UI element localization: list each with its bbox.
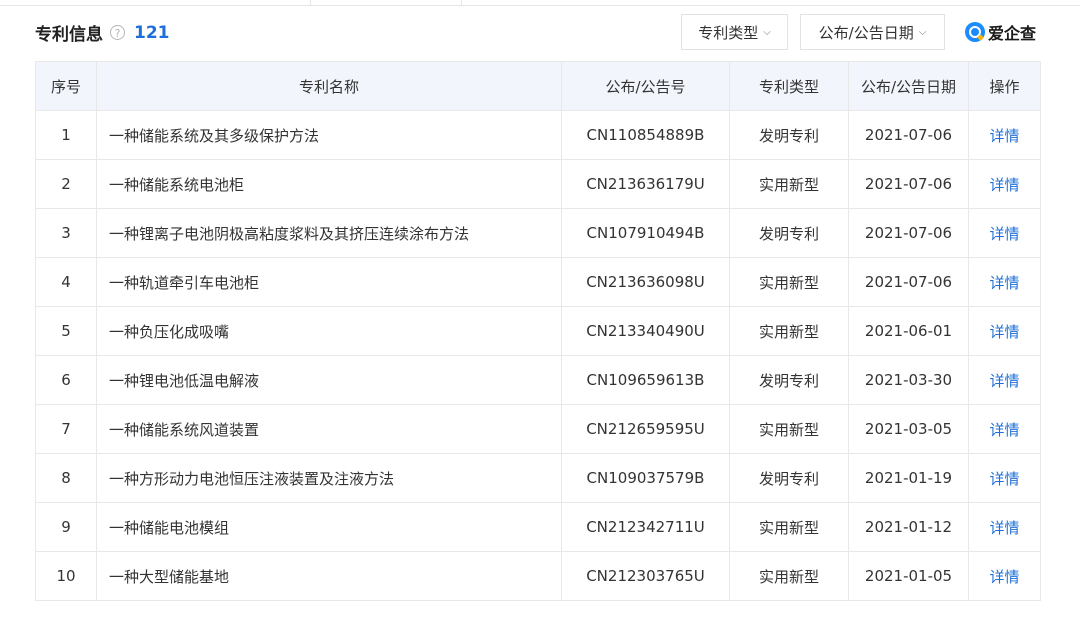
detail-link[interactable]: 详情 <box>968 502 1041 552</box>
patent-name: 一种负压化成吸嘴 <box>96 306 562 356</box>
patent-type: 实用新型 <box>729 551 849 601</box>
patent-count: 121 <box>134 22 170 43</box>
publish-date-filter-label: 公布/公告日期 <box>818 23 914 42</box>
publish-date: 2021-07-06 <box>848 208 969 258</box>
table-row: 1 一种储能系统及其多级保护方法 CN110854889B 发明专利 2021-… <box>35 110 1041 160</box>
row-index: 4 <box>35 257 97 307</box>
table-row: 10 一种大型储能基地 CN212303765U 实用新型 2021-01-05… <box>35 551 1041 601</box>
row-index: 7 <box>35 404 97 454</box>
top-tab-segment <box>0 0 311 5</box>
publish-date: 2021-06-01 <box>848 306 969 356</box>
publish-date: 2021-07-06 <box>848 110 969 160</box>
aiqicha-logo-icon <box>965 22 985 42</box>
patent-name: 一种储能系统电池柜 <box>96 159 562 209</box>
patent-type: 实用新型 <box>729 159 849 209</box>
publication-number: CN107910494B <box>561 208 730 258</box>
publication-number: CN110854889B <box>561 110 730 160</box>
table-row: 4 一种轨道牵引车电池柜 CN213636098U 实用新型 2021-07-0… <box>35 257 1041 307</box>
column-header-publication-number: 公布/公告号 <box>561 61 730 111</box>
publication-number: CN213636179U <box>561 159 730 209</box>
table-row: 9 一种储能电池模组 CN212342711U 实用新型 2021-01-12 … <box>35 502 1041 552</box>
chevron-down-icon: ⌵ <box>763 26 771 38</box>
detail-link[interactable]: 详情 <box>968 551 1041 601</box>
publication-number: CN213636098U <box>561 257 730 307</box>
row-index: 5 <box>35 306 97 356</box>
table-row: 2 一种储能系统电池柜 CN213636179U 实用新型 2021-07-06… <box>35 159 1041 209</box>
table-row: 5 一种负压化成吸嘴 CN213340490U 实用新型 2021-06-01 … <box>35 306 1041 356</box>
patent-name: 一种轨道牵引车电池柜 <box>96 257 562 307</box>
column-header-date: 公布/公告日期 <box>848 61 969 111</box>
publication-number: CN109659613B <box>561 355 730 405</box>
publish-date: 2021-03-30 <box>848 355 969 405</box>
patent-type-filter-label: 专利类型 <box>698 23 759 42</box>
publication-number: CN109037579B <box>561 453 730 503</box>
detail-link[interactable]: 详情 <box>968 110 1041 160</box>
publish-date: 2021-01-12 <box>848 502 969 552</box>
publish-date: 2021-07-06 <box>848 257 969 307</box>
publication-number: CN213340490U <box>561 306 730 356</box>
publication-number: CN212303765U <box>561 551 730 601</box>
publish-date: 2021-01-19 <box>848 453 969 503</box>
detail-link[interactable]: 详情 <box>968 404 1041 454</box>
top-tab-strip <box>0 0 1080 6</box>
column-header-type: 专利类型 <box>729 61 849 111</box>
table-row: 3 一种锂离子电池阴极高粘度浆料及其挤压连续涂布方法 CN107910494B … <box>35 208 1041 258</box>
section-title: 专利信息 <box>35 25 103 45</box>
detail-link[interactable]: 详情 <box>968 159 1041 209</box>
patent-name: 一种锂电池低温电解液 <box>96 355 562 405</box>
table-header-row: 序号 专利名称 公布/公告号 专利类型 公布/公告日期 操作 <box>35 61 1041 111</box>
patent-table: 序号 专利名称 公布/公告号 专利类型 公布/公告日期 操作 1 一种储能系统及… <box>35 61 1041 601</box>
table-row: 8 一种方形动力电池恒压注液装置及注液方法 CN109037579B 发明专利 … <box>35 453 1041 503</box>
detail-link[interactable]: 详情 <box>968 306 1041 356</box>
row-index: 9 <box>35 502 97 552</box>
row-index: 6 <box>35 355 97 405</box>
detail-link[interactable]: 详情 <box>968 453 1041 503</box>
patent-name: 一种储能系统及其多级保护方法 <box>96 110 562 160</box>
brand-logo-group[interactable]: 爱企查 <box>965 20 1036 44</box>
row-index: 1 <box>35 110 97 160</box>
publication-number: CN212659595U <box>561 404 730 454</box>
patent-type: 发明专利 <box>729 208 849 258</box>
column-header-index: 序号 <box>35 61 97 111</box>
title-group: 专利信息 ? 121 <box>35 20 170 46</box>
patent-name: 一种储能系统风道装置 <box>96 404 562 454</box>
row-index: 3 <box>35 208 97 258</box>
row-index: 2 <box>35 159 97 209</box>
publish-date: 2021-01-05 <box>848 551 969 601</box>
chevron-down-icon: ⌵ <box>918 26 927 38</box>
top-tab-segment <box>311 0 462 5</box>
patent-type: 实用新型 <box>729 257 849 307</box>
column-header-action: 操作 <box>968 61 1041 111</box>
patent-type: 实用新型 <box>729 404 849 454</box>
patent-type: 实用新型 <box>729 502 849 552</box>
table-row: 7 一种储能系统风道装置 CN212659595U 实用新型 2021-03-0… <box>35 404 1041 454</box>
detail-link[interactable]: 详情 <box>968 355 1041 405</box>
row-index: 10 <box>35 551 97 601</box>
patent-type-filter[interactable]: 专利类型 ⌵ <box>681 14 788 50</box>
column-header-name: 专利名称 <box>96 61 562 111</box>
section-header: 专利信息 ? 121 专利类型 ⌵ 公布/公告日期 ⌵ 爱企查 <box>35 14 1040 52</box>
patent-name: 一种方形动力电池恒压注液装置及注液方法 <box>96 453 562 503</box>
patent-type: 发明专利 <box>729 110 849 160</box>
table-row: 6 一种锂电池低温电解液 CN109659613B 发明专利 2021-03-3… <box>35 355 1041 405</box>
publication-number: CN212342711U <box>561 502 730 552</box>
help-icon[interactable]: ? <box>110 25 125 40</box>
publish-date: 2021-07-06 <box>848 159 969 209</box>
brand-name: 爱企查 <box>988 24 1037 43</box>
patent-type: 实用新型 <box>729 306 849 356</box>
detail-link[interactable]: 详情 <box>968 257 1041 307</box>
patent-type: 发明专利 <box>729 355 849 405</box>
publish-date: 2021-03-05 <box>848 404 969 454</box>
patent-type: 发明专利 <box>729 453 849 503</box>
publish-date-filter[interactable]: 公布/公告日期 ⌵ <box>800 14 945 50</box>
detail-link[interactable]: 详情 <box>968 208 1041 258</box>
patent-name: 一种锂离子电池阴极高粘度浆料及其挤压连续涂布方法 <box>96 208 562 258</box>
row-index: 8 <box>35 453 97 503</box>
patent-name: 一种大型储能基地 <box>96 551 562 601</box>
patent-name: 一种储能电池模组 <box>96 502 562 552</box>
